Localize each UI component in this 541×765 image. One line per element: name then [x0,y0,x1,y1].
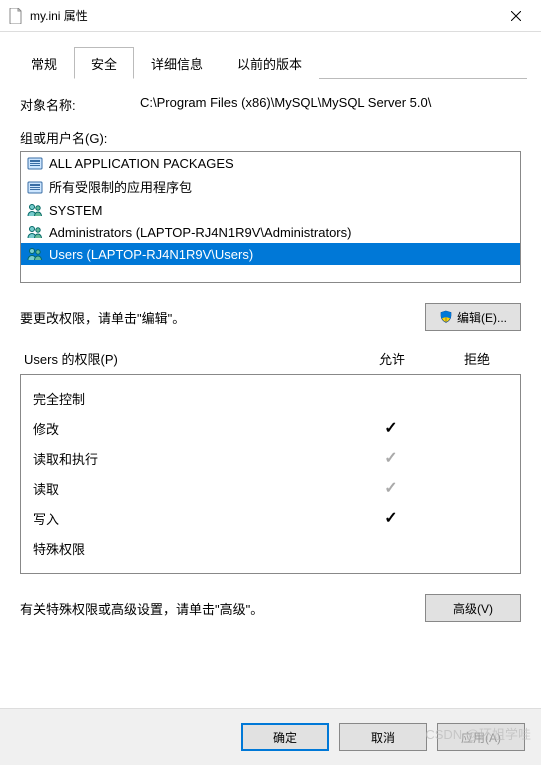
package-icon [27,179,43,195]
allow-cell: ✓ [346,448,436,468]
file-icon [8,8,24,24]
check-icon: ✓ [384,510,397,527]
package-icon [27,155,43,171]
users-icon [27,224,43,240]
cancel-button[interactable]: 取消 [339,723,427,751]
allow-cell: ✓ [346,418,436,438]
allow-cell: ✓ [346,478,436,498]
shield-icon [439,310,453,324]
perm-allow-header: 允许 [347,349,437,368]
groups-listbox[interactable]: ALL APPLICATION PACKAGES 所有受限制的应用程序包 SYSTE… [20,151,521,283]
permission-row: 读取和执行 ✓ [33,443,516,473]
advanced-row: 有关特殊权限或高级设置，请单击"高级"。 高级(V) [20,594,521,622]
permission-row: 特殊权限 [33,533,516,563]
permissions-listbox: 完全控制修改 ✓ 读取和执行 ✓ 读取 ✓ 写入 ✓ 特殊权限 [20,374,521,574]
list-item-label: SYSTEM [49,203,102,218]
object-name-label: 对象名称: [20,95,140,114]
permission-row: 写入 ✓ [33,503,516,533]
advanced-button[interactable]: 高级(V) [425,594,521,622]
check-icon: ✓ [384,420,397,437]
edit-button[interactable]: 编辑(E)... [425,303,521,331]
window-title: my.ini 属性 [30,7,493,24]
list-item[interactable]: Users (LAPTOP-RJ4N1R9V\Users) [21,243,520,265]
permission-name: 读取 [33,479,346,498]
list-item-label: ALL APPLICATION PACKAGES [49,156,234,171]
list-item-label: Administrators (LAPTOP-RJ4N1R9V\Administ… [49,225,351,240]
close-button[interactable] [493,1,539,31]
allow-cell: ✓ [346,508,436,528]
list-item-label: Users (LAPTOP-RJ4N1R9V\Users) [49,247,253,262]
edit-button-label: 编辑(E)... [457,309,507,326]
users-icon [27,202,43,218]
check-icon: ✓ [384,450,397,467]
tab-body-security: 对象名称: C:\Program Files (x86)\MySQL\MySQL… [14,79,527,648]
list-item[interactable]: SYSTEM [21,199,520,221]
perm-deny-header: 拒绝 [437,349,517,368]
permission-name: 特殊权限 [33,539,346,558]
permissions-header: Users 的权限(P) 允许 拒绝 [20,349,521,368]
check-icon: ✓ [384,480,397,497]
titlebar: my.ini 属性 [0,0,541,32]
content: 常规 安全 详细信息 以前的版本 对象名称: C:\Program Files … [0,32,541,660]
list-item[interactable]: Administrators (LAPTOP-RJ4N1R9V\Administ… [21,221,520,243]
users-icon [27,246,43,262]
edit-row: 要更改权限，请单击"编辑"。 编辑(E)... [20,303,521,331]
list-item[interactable]: ALL APPLICATION PACKAGES [21,152,520,174]
object-name-row: 对象名称: C:\Program Files (x86)\MySQL\MySQL… [20,95,521,114]
apply-button[interactable]: 应用(A) [437,723,525,751]
tab-general[interactable]: 常规 [14,47,74,79]
tab-security[interactable]: 安全 [74,47,134,79]
tab-details[interactable]: 详细信息 [134,47,220,79]
permission-name: 读取和执行 [33,449,346,468]
tab-bar: 常规 安全 详细信息 以前的版本 [14,46,527,79]
permission-row: 读取 ✓ [33,473,516,503]
perm-title: Users 的权限(P) [24,349,347,368]
edit-text: 要更改权限，请单击"编辑"。 [20,308,425,327]
groups-label: 组或用户名(G): [20,128,521,147]
advanced-text: 有关特殊权限或高级设置，请单击"高级"。 [20,599,425,618]
permission-name: 修改 [33,419,346,438]
list-item[interactable]: 所有受限制的应用程序包 [21,174,520,199]
permission-name: 完全控制 [33,389,346,408]
object-name-value: C:\Program Files (x86)\MySQL\MySQL Serve… [140,95,521,114]
list-item-label: 所有受限制的应用程序包 [49,177,192,196]
permission-name: 写入 [33,509,346,528]
tab-previous-versions[interactable]: 以前的版本 [220,47,319,79]
permission-row: 完全控制 [33,383,516,413]
ok-button[interactable]: 确定 [241,723,329,751]
advanced-button-label: 高级(V) [453,600,493,617]
permission-row: 修改 ✓ [33,413,516,443]
bottom-bar: 确定 取消 应用(A) [0,708,541,765]
